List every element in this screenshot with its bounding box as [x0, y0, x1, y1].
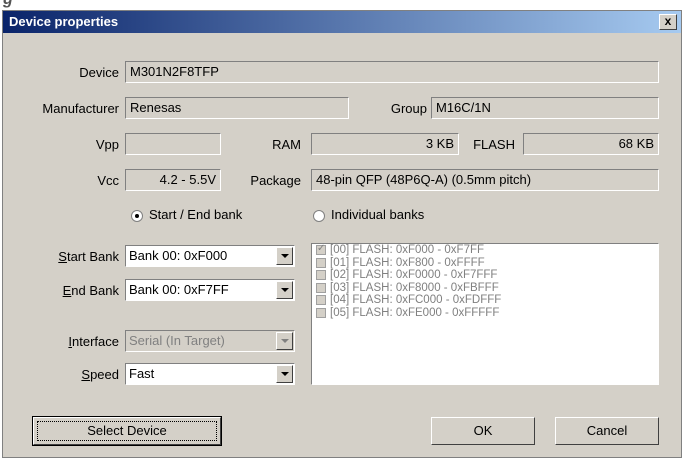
speed-select[interactable]: Fast: [125, 363, 295, 385]
caption-text: g: [3, 0, 13, 9]
start-bank-value: Bank 00: 0xF000: [129, 248, 228, 263]
bank-label: [00] FLASH: 0xF000 - 0xF7FF: [330, 244, 485, 256]
speed-value: Fast: [129, 366, 155, 381]
manufacturer-field: Renesas: [125, 97, 349, 119]
bank-checkbox[interactable]: [316, 307, 326, 318]
package-field: 48-pin QFP (48P6Q-A) (0.5mm pitch): [311, 169, 659, 191]
bank-list-item[interactable]: [00] FLASH: 0xF000 - 0xF7FF: [312, 243, 658, 257]
bank-checkbox[interactable]: [316, 295, 326, 305]
device-properties-dialog: Device properties x Device M301N2F8TFP M…: [2, 10, 682, 458]
bank-checkbox[interactable]: [316, 282, 326, 293]
end-bank-accel: E: [62, 283, 72, 298]
window-title: Device properties: [9, 14, 119, 29]
end-bank-label: End Bank: [23, 283, 119, 298]
ok-button[interactable]: OK: [431, 417, 535, 445]
speed-label: Speed: [23, 367, 119, 382]
close-button[interactable]: x: [659, 14, 677, 30]
device-field: M301N2F8TFP: [125, 61, 659, 83]
bank-checkbox[interactable]: [316, 270, 326, 280]
end-bank-label-rest: nd Bank: [71, 283, 119, 298]
chevron-down-icon[interactable]: [276, 247, 293, 265]
bank-list-item[interactable]: [01] FLASH: 0xF800 - 0xFFFF: [312, 257, 658, 270]
flash-label: FLASH: [473, 137, 515, 152]
vcc-label: Vcc: [97, 173, 119, 188]
bank-list-item[interactable]: [04] FLASH: 0xFC000 - 0xFDFFF: [312, 294, 658, 307]
individual-banks-label: Individual banks: [331, 207, 425, 222]
chevron-down-icon: [276, 332, 293, 350]
interface-value: Serial (In Target): [129, 333, 225, 348]
banks-listbox[interactable]: [00] FLASH: 0xF000 - 0xF7FF[01] FLASH: 0…: [311, 243, 659, 385]
individual-banks-radio[interactable]: [313, 210, 325, 222]
bank-label: [03] FLASH: 0xF8000 - 0xFBFFF: [330, 281, 499, 294]
package-label: Package: [250, 173, 301, 188]
interface-select: Serial (In Target): [125, 330, 295, 352]
bank-checkbox[interactable]: [316, 257, 326, 268]
bank-label: [05] FLASH: 0xFE000 - 0xFFFFF: [330, 306, 500, 319]
title-bar[interactable]: Device properties x: [3, 11, 681, 33]
end-bank-select[interactable]: Bank 00: 0xF7FF: [125, 279, 295, 301]
bank-label: [04] FLASH: 0xFC000 - 0xFDFFF: [330, 294, 502, 306]
chevron-down-icon[interactable]: [276, 281, 293, 299]
bank-list-item[interactable]: [02] FLASH: 0xF0000 - 0xF7FFF: [312, 269, 658, 282]
close-icon: x: [664, 14, 672, 28]
focus-rect: [37, 421, 217, 441]
vcc-field: 4.2 - 5.5V: [125, 169, 221, 191]
start-end-bank-label: Start / End bank: [149, 207, 243, 222]
end-bank-value: Bank 00: 0xF7FF: [129, 282, 229, 297]
start-bank-accel: S: [58, 249, 67, 264]
bank-label: [01] FLASH: 0xF800 - 0xFFFF: [330, 256, 485, 269]
interface-label-rest: nterface: [72, 334, 119, 349]
vpp-field: [125, 133, 221, 155]
bank-label: [02] FLASH: 0xF0000 - 0xF7FFF: [330, 269, 498, 281]
start-bank-select[interactable]: Bank 00: 0xF000: [125, 245, 295, 267]
ram-field: 3 KB: [311, 133, 459, 155]
interface-label: Interface: [23, 334, 119, 349]
chevron-down-icon[interactable]: [276, 365, 293, 383]
cancel-label: Cancel: [586, 423, 628, 438]
start-bank-label: Start Bank: [23, 249, 119, 264]
manufacturer-label: Manufacturer: [42, 101, 119, 116]
vpp-label: Vpp: [95, 137, 119, 152]
speed-label-rest: peed: [90, 367, 119, 382]
cancel-button[interactable]: Cancel: [555, 417, 659, 445]
start-end-bank-radio[interactable]: [131, 210, 143, 222]
speed-accel: S: [81, 367, 91, 382]
ok-label: OK: [473, 423, 493, 438]
device-label: Device: [79, 65, 119, 80]
caption-fragment: g: [0, 0, 686, 10]
group-label: Group: [390, 101, 427, 116]
bank-checkbox[interactable]: [316, 243, 326, 256]
group-field: M16C/1N: [431, 97, 659, 119]
start-bank-label-rest: tart Bank: [66, 249, 119, 264]
select-device-button[interactable]: Select Device: [32, 416, 222, 446]
bank-list-item[interactable]: [05] FLASH: 0xFE000 - 0xFFFFF: [312, 307, 658, 320]
bank-list-item[interactable]: [03] FLASH: 0xF8000 - 0xFBFFF: [312, 282, 658, 295]
flash-field: 68 KB: [523, 133, 659, 155]
ram-label: RAM: [272, 137, 301, 152]
